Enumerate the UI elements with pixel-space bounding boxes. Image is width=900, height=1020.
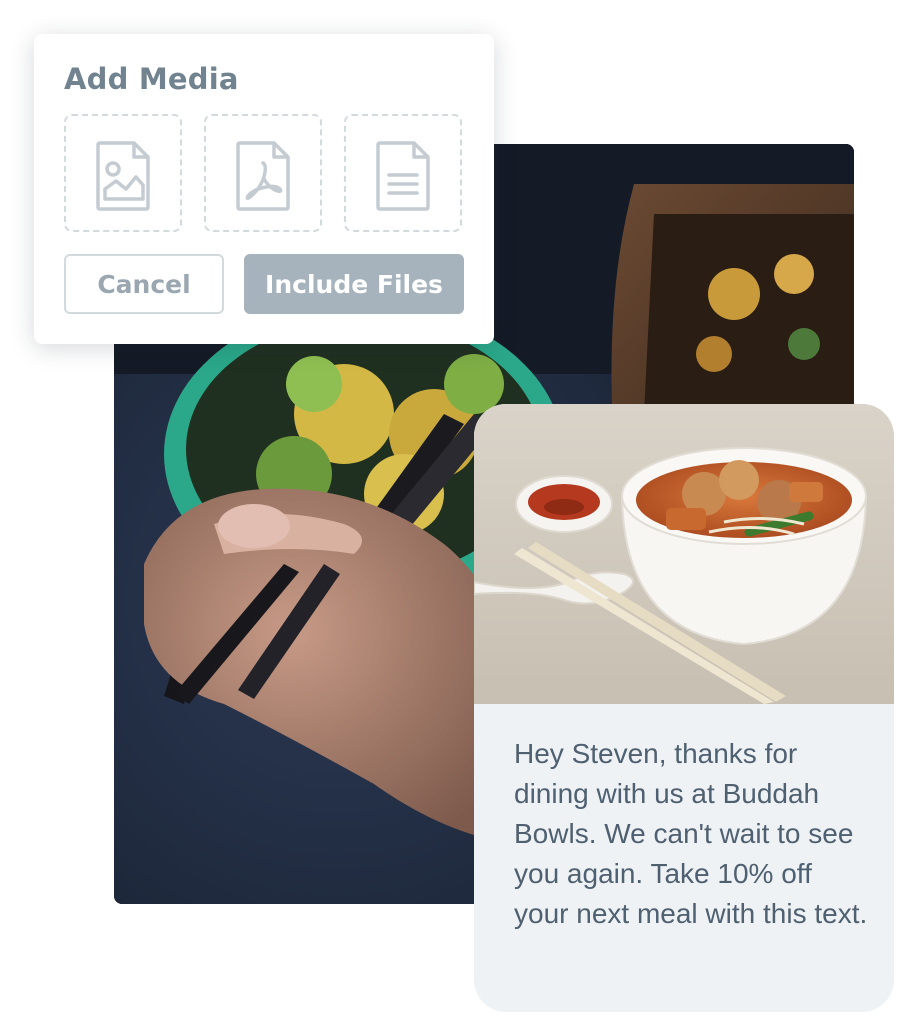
dialog-title: Add Media: [64, 62, 239, 96]
message-photo: [474, 404, 894, 704]
include-files-button[interactable]: Include Files: [244, 254, 464, 314]
add-document-tile[interactable]: [344, 114, 462, 232]
image-file-icon: [96, 141, 150, 211]
add-pdf-tile[interactable]: [204, 114, 322, 232]
pdf-file-icon: [236, 141, 290, 211]
add-image-tile[interactable]: [64, 114, 182, 232]
message-text: Hey Steven, thanks for dining with us at…: [514, 738, 868, 929]
document-file-icon: [376, 141, 430, 211]
add-media-dialog: Add Media Cancel Include Files: [34, 34, 494, 344]
message-bubble: Hey Steven, thanks for dining with us at…: [474, 404, 894, 1012]
cancel-button[interactable]: Cancel: [64, 254, 224, 314]
